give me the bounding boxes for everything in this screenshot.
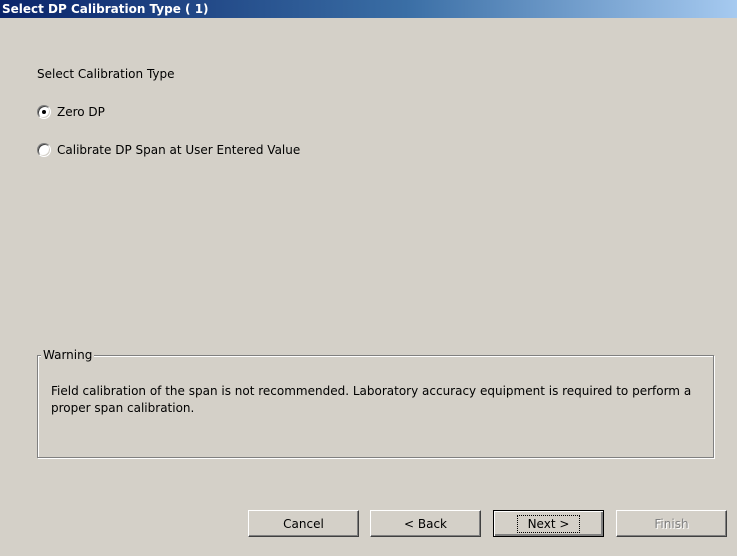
warning-title: Warning <box>41 347 95 363</box>
window-title: Select DP Calibration Type ( 1) <box>2 2 209 16</box>
warning-groupbox: Warning Field calibration of the span is… <box>37 347 714 458</box>
cancel-button-label: Cancel <box>283 516 324 531</box>
cancel-button[interactable]: Cancel <box>248 510 359 537</box>
warning-message: Field calibration of the span is not rec… <box>51 384 692 415</box>
radio-button-icon[interactable] <box>37 105 51 119</box>
radio-selected-dot <box>42 110 46 114</box>
radio-button-icon[interactable] <box>37 143 51 157</box>
radio-calibrate-span[interactable]: Calibrate DP Span at User Entered Value <box>37 142 300 158</box>
finish-button[interactable]: Finish <box>616 510 727 537</box>
back-button-label: < Back <box>403 516 447 531</box>
radio-calibrate-span-label[interactable]: Calibrate DP Span at User Entered Value <box>57 142 300 158</box>
back-button[interactable]: < Back <box>370 510 481 537</box>
finish-button-label: Finish <box>654 516 689 531</box>
title-bar: Select DP Calibration Type ( 1) <box>0 0 737 18</box>
radio-zero-dp[interactable]: Zero DP <box>37 104 105 120</box>
next-button-label: Next > <box>516 514 581 533</box>
calibration-type-label: Select Calibration Type <box>37 67 175 81</box>
next-button[interactable]: Next > <box>493 510 604 537</box>
wizard-window: Select DP Calibration Type ( 1) Select C… <box>0 0 738 556</box>
radio-zero-dp-label[interactable]: Zero DP <box>57 104 105 120</box>
